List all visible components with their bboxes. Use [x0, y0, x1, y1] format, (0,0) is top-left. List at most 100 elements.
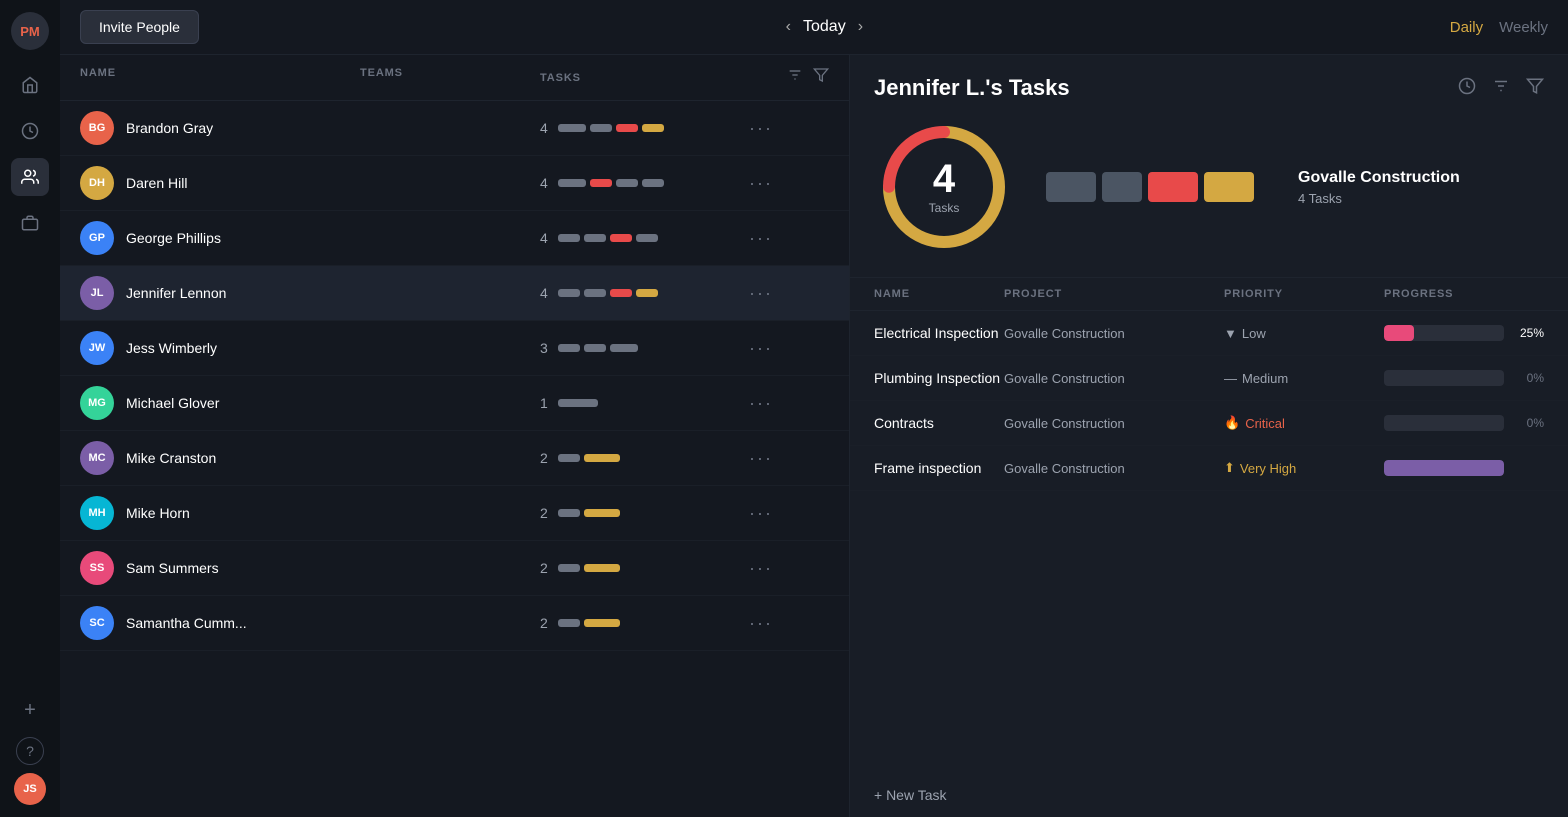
avatar: JW	[80, 331, 114, 365]
person-name-text: Mike Horn	[126, 505, 190, 521]
today-navigation: ‹ Today ›	[786, 18, 863, 36]
filter-settings-icon[interactable]	[787, 67, 803, 88]
person-name-cell: BG Brandon Gray	[80, 111, 360, 145]
person-name-text: Samantha Cumm...	[126, 615, 247, 631]
weekly-view-button[interactable]: Weekly	[1499, 19, 1548, 36]
more-options-button[interactable]: ···	[749, 448, 829, 469]
sidebar-item-add[interactable]: +	[11, 691, 49, 729]
task-detail-panel: Jennifer L.'s Tasks	[850, 55, 1568, 817]
person-row[interactable]: JLJennifer Lennon 4 ···	[60, 266, 849, 321]
priority-icon: —	[1224, 371, 1237, 386]
person-name-cell: DHDaren Hill	[80, 166, 360, 200]
task-row[interactable]: Electrical InspectionGovalle Constructio…	[850, 311, 1568, 356]
next-day-button[interactable]: ›	[858, 18, 863, 36]
task-priority: ▼ Low	[1224, 326, 1384, 341]
task-priority: 🔥 Critical	[1224, 415, 1384, 431]
sidebar-item-home[interactable]	[11, 66, 49, 104]
task-bars	[558, 509, 620, 517]
prev-day-button[interactable]: ‹	[786, 18, 791, 36]
priority-icon: 🔥	[1224, 415, 1240, 431]
view-toggle: Daily Weekly	[1450, 19, 1548, 36]
task-row[interactable]: Frame inspectionGovalle Construction⬆ Ve…	[850, 446, 1568, 491]
task-row[interactable]: Plumbing InspectionGovalle Construction—…	[850, 356, 1568, 401]
task-bars	[558, 234, 658, 242]
settings-icon[interactable]	[1492, 77, 1510, 100]
priority-icon: ▼	[1224, 326, 1237, 341]
more-options-button[interactable]: ···	[749, 503, 829, 524]
person-row[interactable]: MH Mike Horn 2 ···	[60, 486, 849, 541]
task-bars	[558, 179, 664, 187]
person-name-cell: SC Samantha Cumm...	[80, 606, 360, 640]
person-name-cell: MCMike Cranston	[80, 441, 360, 475]
person-row[interactable]: GPGeorge Phillips4···	[60, 211, 849, 266]
user-avatar-sidebar[interactable]: JS	[14, 773, 46, 805]
col-name: NAME	[80, 67, 360, 88]
person-name-text: Mike Cranston	[126, 450, 216, 466]
task-progress: 25%	[1384, 325, 1544, 341]
person-name-text: George Phillips	[126, 230, 221, 246]
person-name-cell: JLJennifer Lennon	[80, 276, 360, 310]
tasks-col-project: PROJECT	[1004, 288, 1224, 300]
avatar: SS	[80, 551, 114, 585]
tasks-count: 2	[540, 615, 548, 631]
person-row[interactable]: BGBrandon Gray4···	[60, 101, 849, 156]
main-content: Invite People ‹ Today › Daily Weekly NAM…	[60, 0, 1568, 817]
task-priority: — Medium	[1224, 371, 1384, 386]
person-row[interactable]: JWJess Wimberly3···	[60, 321, 849, 376]
topbar: Invite People ‹ Today › Daily Weekly	[60, 0, 1568, 55]
person-tasks-cell: 1	[540, 395, 749, 411]
filter-icon[interactable]	[813, 67, 829, 88]
task-name: Electrical Inspection	[874, 325, 1004, 341]
person-name-text: Brandon Gray	[126, 120, 213, 136]
person-row[interactable]: MCMike Cranston2···	[60, 431, 849, 486]
tasks-count: 2	[540, 505, 548, 521]
person-name-text: Jess Wimberly	[126, 340, 217, 356]
more-options-button[interactable]: ···	[749, 228, 829, 249]
new-task-button[interactable]: + New Task	[850, 773, 1568, 817]
header-controls: TASKS	[540, 67, 749, 88]
sidebar-item-people[interactable]	[11, 158, 49, 196]
more-options-button[interactable]: ···	[749, 338, 829, 359]
avatar: SC	[80, 606, 114, 640]
people-list: BGBrandon Gray4···DHDaren Hill4···GPGeor…	[60, 101, 849, 651]
col-teams: TEAMS	[360, 67, 540, 88]
clock-icon[interactable]	[1458, 77, 1476, 100]
person-name-cell: MH Mike Horn	[80, 496, 360, 530]
sidebar-item-projects[interactable]	[11, 204, 49, 242]
more-options-button[interactable]: ···	[749, 393, 829, 414]
person-row[interactable]: SC Samantha Cumm... 2 ···	[60, 596, 849, 651]
task-progress: 0%	[1384, 415, 1544, 431]
avatar: BG	[80, 111, 114, 145]
donut-label: Tasks	[929, 201, 960, 215]
person-tasks-cell: 2	[540, 615, 749, 631]
avatar: MH	[80, 496, 114, 530]
more-options-button[interactable]: ···	[749, 283, 829, 304]
sidebar-item-history[interactable]	[11, 112, 49, 150]
person-tasks-cell: 4	[540, 230, 749, 246]
more-options-button[interactable]: ···	[749, 173, 829, 194]
tasks-col-priority: PRIORITY	[1224, 288, 1384, 300]
col-tasks: TASKS	[540, 72, 581, 84]
person-row[interactable]: DHDaren Hill4···	[60, 156, 849, 211]
project-info: Govalle Construction 4 Tasks	[1298, 169, 1460, 206]
more-options-button[interactable]: ···	[749, 613, 829, 634]
more-options-button[interactable]: ···	[749, 118, 829, 139]
invite-people-button[interactable]: Invite People	[80, 10, 199, 44]
tasks-count: 4	[540, 230, 548, 246]
task-project: Govalle Construction	[1004, 371, 1224, 386]
person-row[interactable]: MGMichael Glover1···	[60, 376, 849, 431]
app-logo[interactable]: PM	[11, 12, 49, 50]
panel-filter-icon[interactable]	[1526, 77, 1544, 100]
person-name-cell: JW Jess Wimberly	[80, 331, 360, 365]
tasks-count: 4	[540, 285, 548, 301]
task-name: Plumbing Inspection	[874, 370, 1004, 386]
daily-view-button[interactable]: Daily	[1450, 19, 1483, 36]
person-row[interactable]: SSSam Summers2···	[60, 541, 849, 596]
task-name: Frame inspection	[874, 460, 1004, 476]
sidebar-item-help[interactable]: ?	[16, 737, 44, 765]
people-panel: NAME TEAMS TASKS BGBrandon Gray4···DHDar…	[60, 55, 850, 817]
donut-chart: 4 Tasks	[874, 117, 1014, 257]
more-options-button[interactable]: ···	[749, 558, 829, 579]
task-row[interactable]: ContractsGovalle Construction🔥 Critical0…	[850, 401, 1568, 446]
task-bars	[558, 619, 620, 627]
